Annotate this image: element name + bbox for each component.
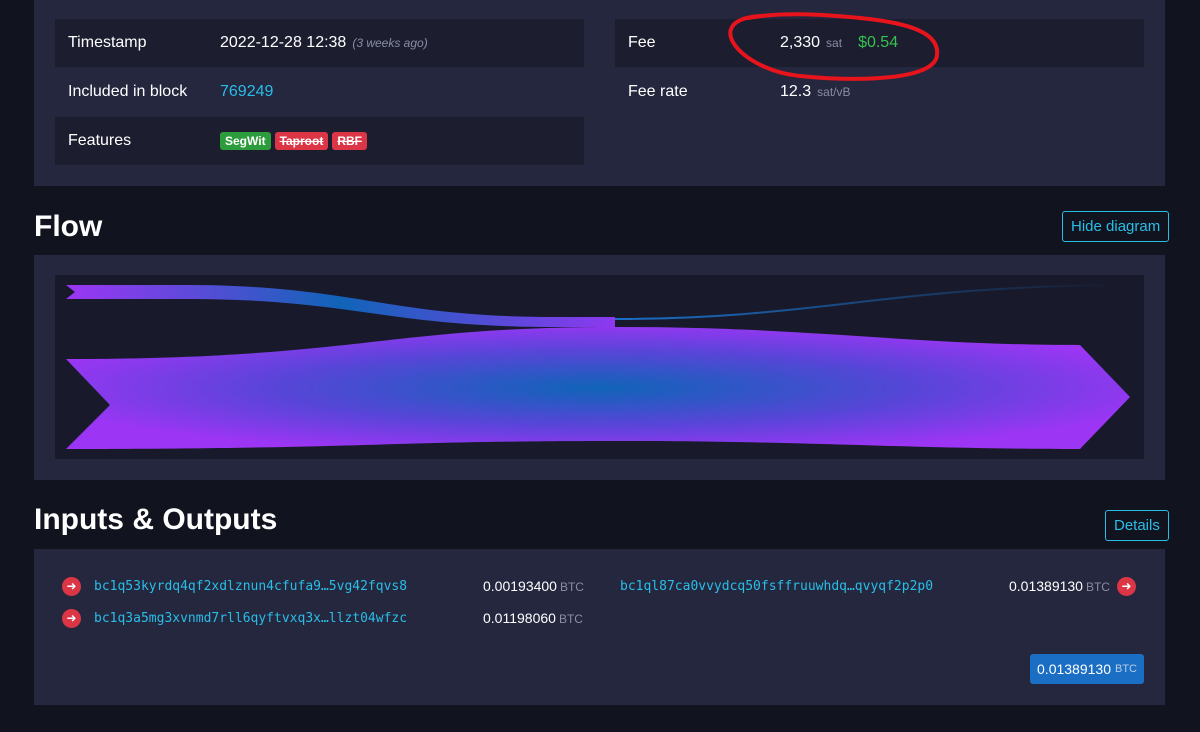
input-amount: 0.01198060 BTC <box>483 610 583 626</box>
inputs-outputs-panel: ➜ bc1q53kyrdq4qf2xdlznun4cfufa9…5vg42fqv… <box>34 549 1165 705</box>
input-address-link[interactable]: bc1q53kyrdq4qf2xdlznun4cfufa9…5vg42fqvs8 <box>94 579 407 594</box>
flow-input-small <box>66 285 615 327</box>
total-amount: 0.01389130 <box>1037 661 1111 677</box>
flow-fee-line <box>614 284 1116 320</box>
output-amount: 0.01389130 BTC <box>1009 578 1110 594</box>
input-row: ➜ <box>62 574 81 598</box>
total-output-badge: 0.01389130 BTC <box>1030 654 1144 684</box>
output-row: ➜ <box>1117 574 1136 598</box>
flow-panel <box>34 255 1165 480</box>
details-button[interactable]: Details <box>1105 510 1169 541</box>
arrow-right-icon[interactable]: ➜ <box>62 576 81 596</box>
flow-main-stream <box>66 327 1130 449</box>
flow-title: Flow <box>34 210 103 243</box>
input-amount: 0.00193400 BTC <box>483 578 584 594</box>
arrow-right-icon[interactable]: ➜ <box>1117 576 1136 596</box>
hide-diagram-button[interactable]: Hide diagram <box>1062 211 1170 242</box>
output-address-link[interactable]: bc1ql87ca0vvydcq50fsffruuwhdq…qvyqf2p2p0 <box>620 579 933 594</box>
input-address-link[interactable]: bc1q3a5mg3xvnmd7rll6qyftvxq3x…llzt04wfzc <box>94 611 407 626</box>
input-row: ➜ <box>62 606 81 630</box>
flow-diagram <box>55 275 1144 459</box>
flow-diagram-svg <box>66 284 1130 449</box>
arrow-right-icon[interactable]: ➜ <box>62 608 81 628</box>
fee-annotation-circle <box>728 12 940 81</box>
io-title: Inputs & Outputs <box>34 503 278 536</box>
total-unit: BTC <box>1114 663 1137 675</box>
